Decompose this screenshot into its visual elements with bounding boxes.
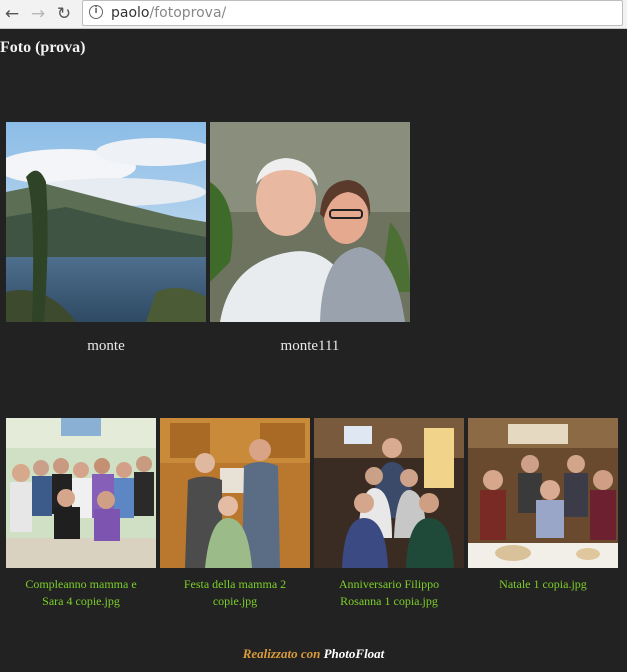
- photo-caption-line[interactable]: Compleanno mamma e: [0, 576, 162, 593]
- album-item[interactable]: monte111: [210, 122, 410, 354]
- photo-caption-line[interactable]: copie.jpg: [154, 593, 316, 610]
- photo-caption[interactable]: Compleanno mamma e Sara 4 copie.jpg: [0, 576, 162, 610]
- photo-caption-line[interactable]: Anniversario Filippo: [308, 576, 470, 593]
- forward-arrow-icon[interactable]: →: [27, 3, 49, 25]
- album-thumbnail[interactable]: [6, 122, 206, 322]
- photo-item[interactable]: Festa della mamma 2 copie.jpg: [160, 418, 310, 608]
- photo-item[interactable]: Natale 1 copia.jpg: [468, 418, 618, 591]
- info-icon[interactable]: i: [89, 5, 103, 19]
- url-host: paolo: [111, 5, 150, 21]
- back-arrow-icon[interactable]: ←: [1, 3, 23, 25]
- photo-item[interactable]: Anniversario Filippo Rosanna 1 copia.jpg: [314, 418, 464, 608]
- page-title: Foto (prova): [0, 39, 86, 56]
- photo-caption-line[interactable]: Festa della mamma 2: [154, 576, 316, 593]
- url-path: /fotoprova/: [149, 5, 227, 21]
- photo-caption[interactable]: Natale 1 copia.jpg: [462, 576, 624, 593]
- photo-caption-line[interactable]: Sara 4 copie.jpg: [0, 593, 162, 610]
- photo-caption[interactable]: Anniversario Filippo Rosanna 1 copia.jpg: [308, 576, 470, 610]
- photo-thumbnail[interactable]: [468, 418, 618, 568]
- photo-caption-line[interactable]: Natale 1 copia.jpg: [462, 576, 624, 593]
- album-item[interactable]: monte: [6, 122, 206, 354]
- album-caption[interactable]: monte: [6, 338, 206, 355]
- photo-caption[interactable]: Festa della mamma 2 copie.jpg: [154, 576, 316, 610]
- album-thumbnail[interactable]: [210, 122, 410, 322]
- photo-thumbnail[interactable]: [314, 418, 464, 568]
- reload-icon[interactable]: ↻: [53, 3, 75, 25]
- photo-caption-line[interactable]: Rosanna 1 copia.jpg: [308, 593, 470, 610]
- url-text[interactable]: paolo/fotoprova/: [111, 5, 226, 21]
- browser-toolbar: ← → ↻ i paolo/fotoprova/: [0, 0, 627, 29]
- album-caption[interactable]: monte111: [210, 338, 410, 355]
- photo-thumbnail[interactable]: [6, 418, 156, 568]
- photo-item[interactable]: Compleanno mamma e Sara 4 copie.jpg: [6, 418, 156, 608]
- address-bar[interactable]: i paolo/fotoprova/: [82, 0, 623, 26]
- photofloat-link[interactable]: PhotoFloat: [324, 646, 385, 661]
- footer-prefix: Realizzato con: [242, 646, 321, 661]
- footer-credit: Realizzato con PhotoFloat: [0, 646, 627, 662]
- photo-thumbnail[interactable]: [160, 418, 310, 568]
